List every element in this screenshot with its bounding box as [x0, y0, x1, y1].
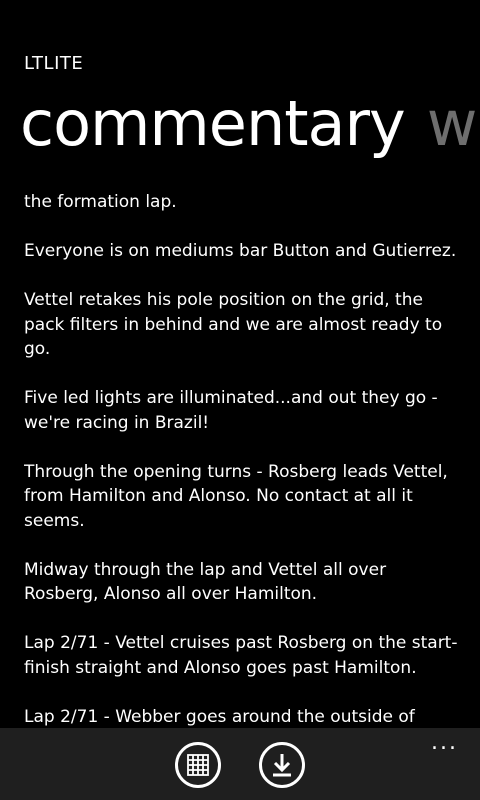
- commentary-entry: Lap 2/71 - Vettel cruises past Rosberg o…: [24, 633, 458, 678]
- app-title: LTLITE: [24, 53, 84, 74]
- commentary-entry: Five led lights are illuminated...and ou…: [24, 388, 438, 433]
- download-button[interactable]: [259, 742, 305, 788]
- commentary-entry: Everyone is on mediums bar Button and Gu…: [24, 241, 457, 261]
- pivot-item-next[interactable]: w: [427, 87, 478, 160]
- commentary-entry: the formation lap.: [24, 192, 177, 212]
- commentary-entry: Vettel retakes his pole position on the …: [24, 290, 443, 359]
- commentary-entry: Through the opening turns - Rosberg lead…: [24, 461, 448, 531]
- commentary-entry: Lap 2/71 - Webber goes around the outsid…: [24, 706, 415, 727]
- commentary-entry: Midway through the lap and Vettel all ov…: [24, 559, 387, 605]
- more-options-button[interactable]: ...: [431, 732, 458, 754]
- download-icon: [273, 754, 291, 777]
- list-icon: [187, 754, 209, 776]
- pivot-header: commentary w: [20, 82, 478, 166]
- commentary-list[interactable]: the formation lap. Everyone is on medium…: [24, 190, 464, 727]
- pivot-item-commentary[interactable]: commentary: [20, 87, 406, 160]
- app-bar: ...: [0, 728, 480, 800]
- list-button[interactable]: [175, 742, 221, 788]
